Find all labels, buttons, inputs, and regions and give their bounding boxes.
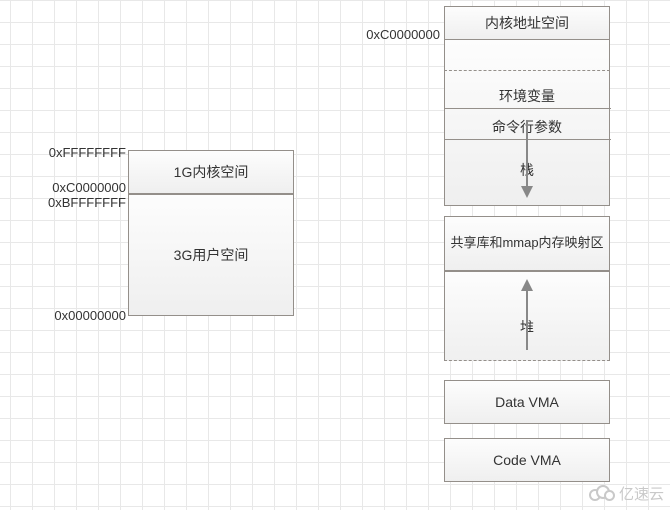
right-address-top: 0xC0000000 — [330, 27, 440, 42]
kernel-space-label: 1G内核空间 — [174, 162, 249, 182]
seg-code-vma-label: Code VMA — [493, 452, 561, 468]
seg-kernel-space-label: 内核地址空间 — [485, 13, 569, 33]
watermark-text: 亿速云 — [619, 483, 664, 504]
stack-arrow-shaft — [526, 120, 528, 188]
watermark: 亿速云 — [589, 483, 664, 504]
seg-data-vma: Data VMA — [444, 380, 610, 424]
divider-env-args — [445, 108, 611, 109]
divider-args-stack — [445, 139, 611, 140]
stack-arrow-head — [521, 186, 533, 198]
address-label-bottom: 0x00000000 — [16, 308, 126, 323]
heap-arrow-head — [521, 279, 533, 291]
seg-kernel-space: 内核地址空间 — [444, 6, 610, 40]
seg-data-vma-label: Data VMA — [495, 394, 559, 410]
heap-arrow-shaft — [526, 290, 528, 350]
address-label-c0: 0xC0000000 — [16, 180, 126, 195]
seg-code-vma: Code VMA — [444, 438, 610, 482]
address-label-top: 0xFFFFFFFF — [16, 145, 126, 160]
seg-shared-mmap-label: 共享库和mmap内存映射区 — [450, 235, 603, 252]
kernel-space-box: 1G内核空间 — [128, 150, 294, 194]
seg-env-vars-label: 环境变量 — [445, 86, 609, 106]
dashed-heap-bottom — [444, 360, 610, 361]
dashed-upper — [444, 70, 610, 71]
seg-shared-mmap: 共享库和mmap内存映射区 — [444, 216, 610, 271]
cloud-icon — [589, 485, 615, 503]
user-space-box: 3G用户空间 — [128, 194, 294, 316]
user-space-label: 3G用户空间 — [174, 245, 249, 265]
address-label-bf: 0xBFFFFFFF — [16, 195, 126, 210]
